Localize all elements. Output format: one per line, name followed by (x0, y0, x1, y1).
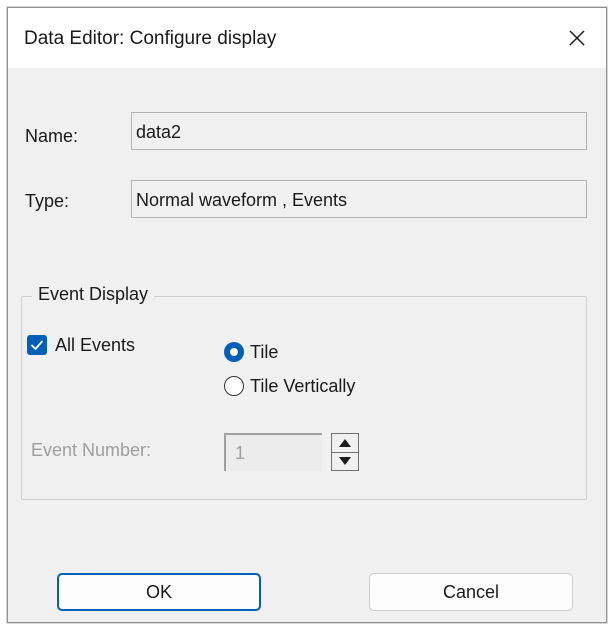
title-bar: Data Editor: Configure display (8, 8, 606, 68)
close-icon (569, 30, 585, 46)
configure-display-dialog: Data Editor: Configure display Name: dat… (7, 7, 607, 623)
type-field: Normal waveform , Events (131, 180, 587, 218)
checkmark-icon (31, 340, 43, 350)
event-number-spinner (331, 433, 359, 471)
name-label: Name: (25, 126, 79, 146)
close-button[interactable] (548, 8, 606, 68)
spin-down-button[interactable] (332, 452, 358, 470)
tile-vertically-radio-label[interactable]: Tile Vertically (250, 376, 355, 397)
triangle-up-icon (339, 439, 351, 447)
all-events-label[interactable]: All Events (55, 335, 135, 356)
ok-button[interactable]: OK (57, 573, 261, 611)
triangle-down-icon (339, 457, 351, 465)
spin-up-button[interactable] (332, 434, 358, 453)
tile-vertically-radio[interactable] (224, 376, 244, 396)
type-label: Type: (25, 191, 70, 211)
tile-radio-label[interactable]: Tile (250, 342, 278, 363)
all-events-checkbox[interactable] (27, 335, 47, 355)
cancel-button[interactable]: Cancel (369, 573, 573, 611)
event-display-legend: Event Display (32, 284, 155, 305)
event-number-input[interactable]: 1 (224, 433, 322, 471)
tile-radio[interactable] (224, 342, 244, 362)
dialog-title: Data Editor: Configure display (24, 28, 277, 49)
name-field: data2 (131, 112, 587, 150)
event-number-label: Event Number: (31, 440, 152, 460)
